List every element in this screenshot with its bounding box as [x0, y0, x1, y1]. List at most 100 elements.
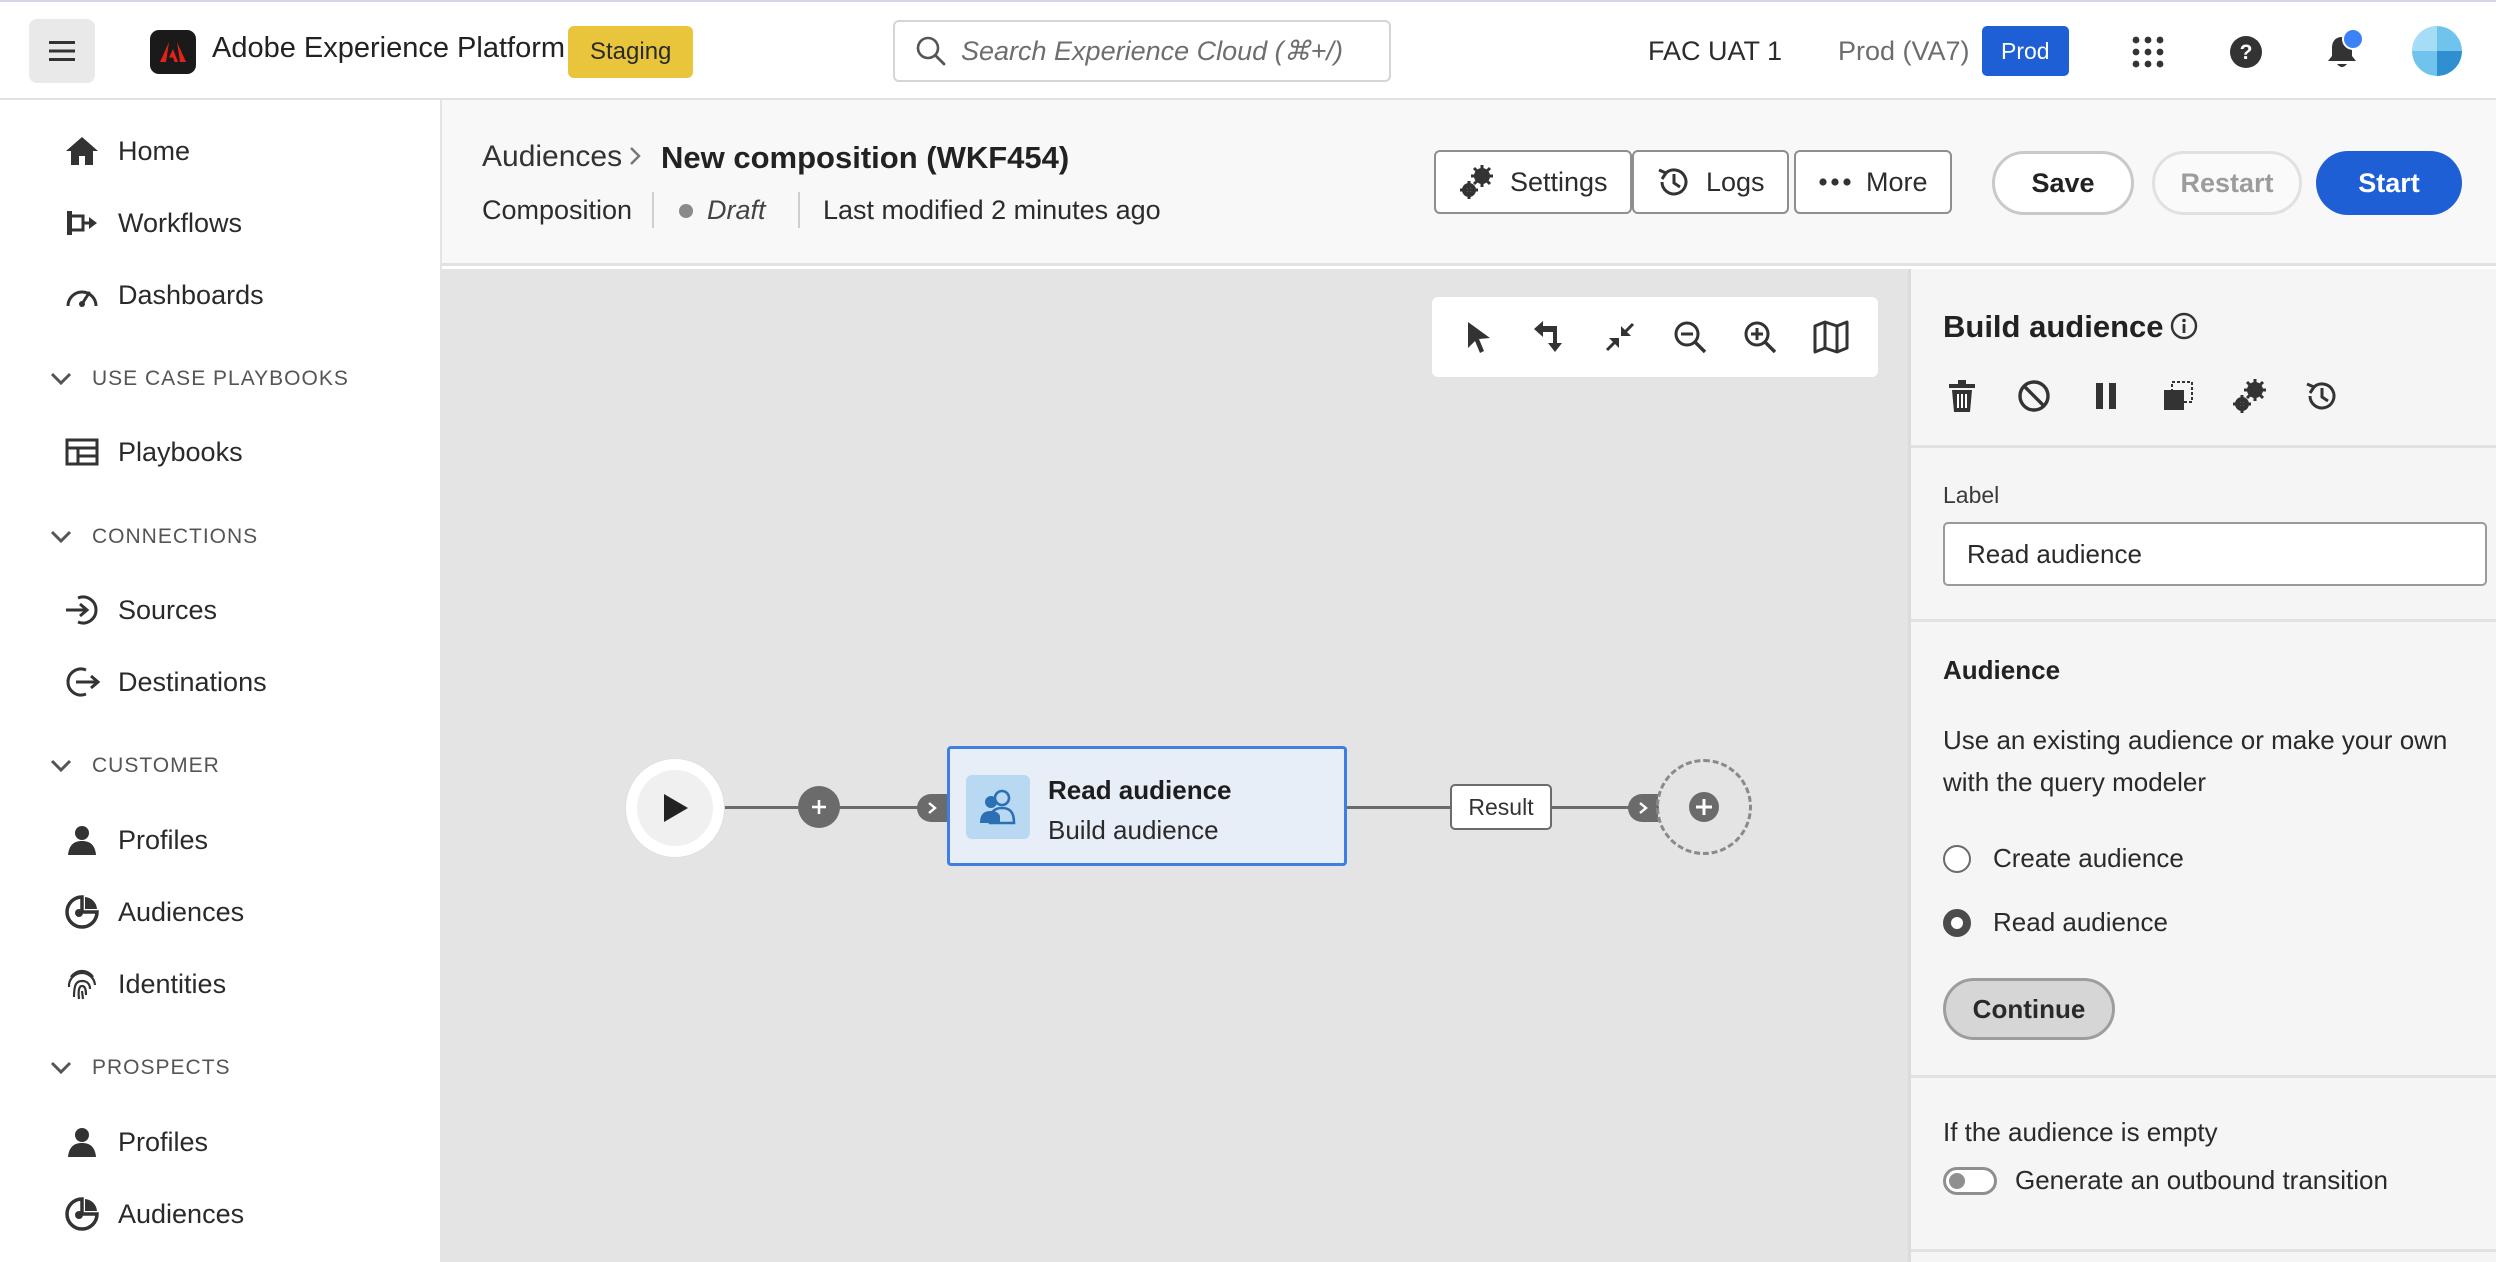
help-button[interactable]: ? — [2222, 28, 2270, 76]
breadcrumb-parent[interactable]: Audiences — [482, 140, 622, 174]
panel-divider — [1911, 1249, 2496, 1252]
settings-button[interactable]: Settings — [1434, 150, 1632, 214]
org-switcher[interactable]: FAC UAT 1 — [1648, 36, 1782, 67]
section-connections[interactable]: CONNECTIONS — [50, 517, 258, 557]
history-icon — [2306, 382, 2336, 410]
section-customer[interactable]: CUSTOMER — [50, 746, 220, 786]
sidebar-item-label: Workflows — [118, 207, 243, 238]
audience-icon — [62, 1194, 102, 1234]
meta-divider — [652, 192, 654, 228]
radio-label: Read audience — [1993, 907, 2168, 937]
info-icon[interactable] — [2169, 311, 2199, 341]
app-title[interactable]: Adobe Experience Platform — [212, 32, 565, 65]
svg-text:?: ? — [2240, 41, 2253, 64]
sidebar-item-destinations[interactable]: Destinations — [62, 657, 422, 707]
save-button[interactable]: Save — [1992, 151, 2134, 215]
radio-button-checked[interactable] — [1943, 908, 1971, 937]
radio-create-audience[interactable]: Create audience — [1943, 843, 2184, 874]
outbound-transition-toggle-row[interactable]: Generate an outbound transition — [1943, 1165, 2388, 1196]
sidebar-item-prospect-profiles[interactable]: Profiles — [62, 1117, 422, 1167]
panel-toolbar — [1941, 375, 2373, 417]
label-field-label: Label — [1943, 482, 2000, 508]
workflow-canvas[interactable]: Read audience Build audience Result — [442, 269, 1908, 1262]
destinations-icon — [62, 662, 102, 702]
search-box[interactable] — [893, 20, 1391, 82]
search-input[interactable] — [961, 35, 1361, 67]
help-icon: ? — [2230, 36, 2262, 68]
sidebar-item-playbooks[interactable]: Playbooks — [62, 427, 422, 477]
sidebar-item-label: Profiles — [118, 824, 209, 855]
chevron-down-icon — [50, 759, 72, 773]
collapse-icon — [1605, 322, 1634, 352]
disable-button[interactable] — [2013, 375, 2055, 417]
start-button[interactable]: Start — [2316, 151, 2462, 215]
avatar[interactable] — [2412, 26, 2462, 76]
restart-button[interactable]: Restart — [2152, 151, 2302, 215]
continue-button[interactable]: Continue — [1943, 978, 2115, 1040]
audience-description: Use an existing audience or make your ow… — [1943, 725, 2448, 797]
sidebar-item-label: Audiences — [118, 896, 245, 927]
sandbox-badge[interactable]: Prod — [1982, 26, 2069, 76]
adobe-logo-icon[interactable] — [150, 30, 196, 74]
section-label: CUSTOMER — [92, 754, 220, 777]
section-label: USE CASE PLAYBOOKS — [92, 367, 349, 390]
section-use-case-playbooks[interactable]: USE CASE PLAYBOOKS — [50, 359, 349, 399]
notifications-button[interactable] — [2318, 28, 2366, 76]
canvas-toolbar — [1432, 297, 1878, 377]
radio-read-audience[interactable]: Read audience — [1943, 907, 2168, 938]
last-modified: Last modified 2 minutes ago — [823, 195, 1161, 225]
sidebar-item-label: Destinations — [118, 666, 267, 697]
settings-label: Settings — [1510, 166, 1608, 197]
sidebar-item-prospect-audiences[interactable]: Audiences — [62, 1189, 422, 1239]
section-prospects[interactable]: PROSPECTS — [50, 1048, 231, 1088]
transition-label[interactable]: Result — [1450, 784, 1552, 830]
radio-button[interactable] — [1943, 844, 1971, 873]
select-tool[interactable] — [1451, 309, 1507, 365]
activity-subtitle: Build audience — [1048, 815, 1219, 845]
panel-title: Build audience — [1943, 309, 2164, 344]
zoom-out-tool[interactable] — [1662, 309, 1718, 365]
audience-icon — [62, 892, 102, 932]
pause-button[interactable] — [2085, 375, 2127, 417]
breadcrumb-separator-icon — [628, 142, 642, 174]
sidebar-item-sources[interactable]: Sources — [62, 585, 422, 635]
sandbox-name[interactable]: Prod (VA7) — [1838, 36, 1970, 67]
home-icon — [62, 131, 102, 171]
collapse-tool[interactable] — [1592, 309, 1648, 365]
label-input[interactable] — [1943, 522, 2487, 586]
plus-icon — [812, 800, 826, 814]
add-activity-button[interactable] — [798, 786, 840, 828]
delete-button[interactable] — [1941, 375, 1983, 417]
sidebar-item-customer-profiles[interactable]: Profiles — [62, 815, 422, 865]
disable-icon — [2018, 380, 2050, 412]
sidebar-item-customer-audiences[interactable]: Audiences — [62, 887, 422, 937]
sidebar-item-identities[interactable]: Identities — [62, 959, 422, 1009]
sidebar-item-workflows[interactable]: Workflows — [62, 198, 422, 248]
status-dot-icon — [679, 203, 693, 218]
sidebar-item-dashboards[interactable]: Dashboards — [62, 270, 422, 320]
toggle-knob — [1949, 1172, 1965, 1189]
activity-settings-button[interactable] — [2229, 375, 2271, 417]
chevron-down-icon — [50, 1061, 72, 1075]
delete-icon — [1949, 380, 1975, 412]
start-node[interactable] — [626, 759, 724, 857]
zoom-out-icon — [1674, 321, 1707, 354]
environment-badge: Staging — [568, 26, 694, 78]
copy-button[interactable] — [2157, 375, 2199, 417]
menu-button[interactable] — [29, 19, 95, 83]
audience-heading: Audience — [1943, 655, 2061, 685]
outbound-transition-toggle[interactable] — [1943, 1166, 1997, 1195]
status-text: Draft — [707, 195, 766, 225]
activity-build-audience[interactable]: Read audience Build audience — [947, 746, 1347, 866]
apps-grid-button[interactable] — [2124, 28, 2172, 76]
minimap-tool[interactable] — [1803, 309, 1859, 365]
sidebar-item-home[interactable]: Home — [62, 126, 422, 176]
swap-tool[interactable] — [1521, 309, 1577, 365]
section-label: PROSPECTS — [92, 1056, 231, 1079]
zoom-in-tool[interactable] — [1732, 309, 1788, 365]
activity-history-button[interactable] — [2301, 375, 2343, 417]
more-button[interactable]: More — [1794, 150, 1952, 214]
add-next-activity-button[interactable] — [1656, 759, 1752, 855]
sidebar: Home Workflows Dashboards USE CASE PLAYB… — [0, 100, 442, 1262]
logs-button[interactable]: Logs — [1632, 150, 1789, 214]
